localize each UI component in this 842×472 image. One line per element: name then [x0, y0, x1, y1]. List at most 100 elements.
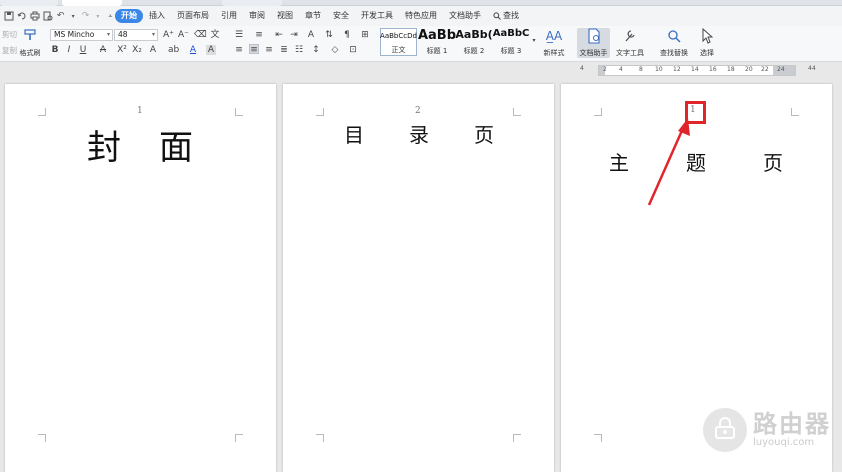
format-painter-button[interactable]: 格式刷 — [18, 28, 42, 58]
menu-tab-start[interactable]: 开始 — [115, 9, 143, 23]
chevron-down-icon[interactable]: ▾ — [93, 11, 102, 22]
style-sample: AaBbC — [492, 28, 530, 39]
highlight-color-icon[interactable]: ab — [168, 45, 179, 55]
undo-icon[interactable]: ↶ — [56, 11, 65, 22]
grow-font-icon[interactable]: A⁺ — [163, 30, 174, 40]
show-marks-icon[interactable]: ¶ — [342, 30, 352, 40]
decrease-indent-icon[interactable]: ⇤ — [274, 30, 284, 40]
style-heading-2[interactable]: AaBb( 标题 2 — [455, 28, 493, 56]
page-title-char: 面 — [159, 128, 193, 168]
search-icon — [493, 12, 501, 20]
menu-tab-references[interactable]: 引用 — [215, 9, 243, 23]
menu-tab-review[interactable]: 审阅 — [243, 9, 271, 23]
clear-format-icon[interactable]: ⌫ — [194, 30, 207, 40]
sort-icon[interactable]: ⇅ — [324, 30, 334, 40]
italic-icon[interactable]: I — [64, 45, 74, 55]
line-spacing-icon[interactable]: ↕ — [311, 45, 321, 55]
chevron-down-icon[interactable]: ▾ — [68, 11, 77, 22]
align-left-icon[interactable]: ≡ — [234, 45, 244, 55]
font-name-value: MS Mincho — [54, 30, 95, 39]
print-icon[interactable] — [30, 11, 40, 22]
shrink-font-icon[interactable]: A⁻ — [178, 30, 189, 40]
watermark-name: 路由器 — [753, 410, 831, 438]
horizontal-ruler[interactable]: 2 4 8 10 12 14 16 18 20 22 24 — [598, 65, 796, 76]
style-heading-1[interactable]: AaBb 标题 1 — [418, 28, 456, 56]
watermark: 路由器 luyouqi.com — [703, 404, 839, 456]
quick-access-toolbar: ↶ ▾ ↷ ▾ ⩡ — [0, 11, 115, 22]
document-icon — [587, 28, 601, 48]
text-tools-button[interactable]: 文字工具 — [613, 28, 647, 58]
superscript-icon[interactable]: X² — [117, 45, 127, 55]
ruler-tick: 4 — [619, 66, 623, 73]
style-sample: AaBb( — [455, 28, 493, 41]
page-title-char: 主 — [609, 151, 629, 175]
strikethrough-icon[interactable]: A — [98, 45, 108, 55]
phonetic-guide-icon[interactable]: 文 — [210, 30, 220, 40]
menu-tab-view[interactable]: 视图 — [271, 9, 299, 23]
margin-mark — [316, 108, 324, 116]
menu-tab-developer[interactable]: 开发工具 — [355, 9, 399, 23]
save-icon[interactable] — [4, 11, 14, 22]
align-right-icon[interactable]: ≡ — [264, 45, 274, 55]
wrench-icon — [623, 28, 637, 48]
style-normal[interactable]: AaBbCcDd 正文 — [380, 28, 417, 56]
doc-assistant-button[interactable]: 文档助手 — [577, 28, 610, 58]
menu-bar: ↶ ▾ ↷ ▾ ⩡ 开始 插入 页面布局 引用 审阅 视图 章节 安全 开发工具… — [0, 6, 842, 26]
ruler-tick: 22 — [761, 66, 769, 73]
margin-mark — [38, 434, 46, 442]
character-shading-icon[interactable]: A — [206, 45, 216, 55]
undo-history-icon[interactable] — [17, 11, 27, 22]
page-number: 1 — [137, 106, 143, 116]
font-name-select[interactable]: MS Mincho ▾ — [50, 29, 113, 41]
underline-icon[interactable]: U — [78, 45, 88, 55]
style-name: 标题 2 — [463, 47, 485, 55]
paint-brush-icon — [23, 28, 37, 46]
find-replace-button[interactable]: 查找替换 — [657, 28, 691, 58]
router-logo-icon — [703, 408, 747, 452]
search-button[interactable]: 查找 — [487, 9, 525, 23]
menu-tab-chapter[interactable]: 章节 — [299, 9, 327, 23]
menu-tab-special-apps[interactable]: 特色应用 — [399, 9, 443, 23]
menu-tab-page-layout[interactable]: 页面布局 — [171, 9, 215, 23]
justify-icon[interactable]: ≣ — [279, 45, 289, 55]
menu-tab-insert[interactable]: 插入 — [143, 9, 171, 23]
font-color-icon[interactable]: A — [188, 45, 198, 55]
font-size-select[interactable]: 48 ▾ — [114, 29, 158, 41]
ruler-tick: 18 — [727, 66, 735, 73]
bold-icon[interactable]: B — [50, 45, 60, 55]
numbered-list-icon[interactable]: ≡ — [254, 30, 264, 40]
style-name: 标题 1 — [426, 47, 448, 55]
new-style-button[interactable]: A̲A 新样式 — [538, 28, 570, 58]
menu-tab-security[interactable]: 安全 — [327, 9, 355, 23]
cut-button[interactable]: 剪切 — [2, 29, 17, 40]
border-icon[interactable]: ⊡ — [348, 45, 358, 55]
increase-indent-icon[interactable]: ⇥ — [289, 30, 299, 40]
align-center-icon[interactable]: ≡ — [249, 44, 259, 55]
page-table-of-contents[interactable]: 2 目 录 页 — [283, 84, 554, 472]
copy-button[interactable]: 复制 — [2, 45, 17, 56]
find-replace-label: 查找替换 — [660, 49, 688, 57]
table-grid-icon[interactable]: ⊞ — [360, 30, 370, 40]
customize-icon[interactable]: ⩡ — [106, 11, 115, 22]
select-button[interactable]: 选择 — [696, 27, 718, 58]
margin-mark — [38, 108, 46, 116]
ruler-tick: 24 — [777, 66, 785, 73]
margin-mark — [513, 434, 521, 442]
subscript-icon[interactable]: X₂ — [132, 45, 142, 55]
style-heading-3[interactable]: AaBbC 标题 3 — [492, 28, 530, 56]
bullet-list-icon[interactable]: ☰ — [234, 30, 244, 40]
ruler-tick: 14 — [691, 66, 699, 73]
page-cover[interactable]: 1 封 面 — [5, 84, 276, 472]
redo-icon[interactable]: ↷ — [81, 11, 90, 22]
menu-tab-doc-assistant[interactable]: 文档助手 — [443, 9, 487, 23]
margin-mark — [235, 108, 243, 116]
page-title-char: 封 — [87, 128, 121, 168]
print-preview-icon[interactable] — [43, 11, 53, 22]
distributed-icon[interactable]: ☷ — [294, 45, 304, 55]
shading-icon[interactable]: ◇ — [330, 45, 340, 55]
chinese-layout-icon[interactable]: A — [306, 30, 316, 40]
search-label: 查找 — [503, 11, 519, 20]
margin-mark — [594, 108, 602, 116]
format-painter-label: 格式刷 — [19, 49, 41, 57]
text-effect-icon[interactable]: A — [148, 45, 158, 55]
